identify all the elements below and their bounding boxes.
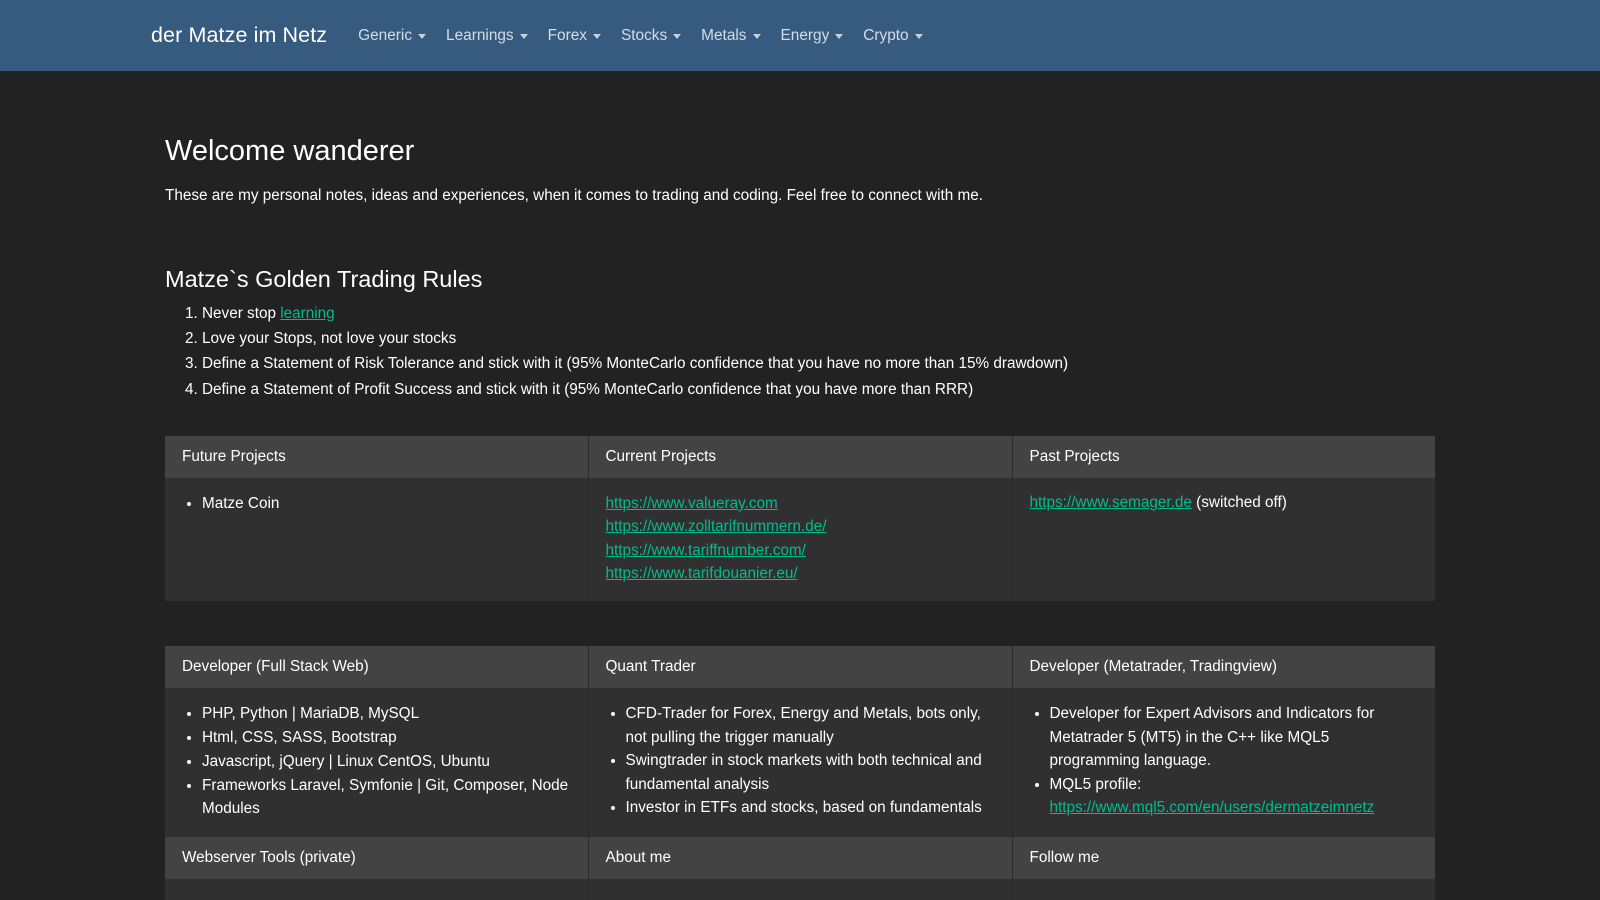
chevron-down-icon: [519, 34, 528, 39]
fullstack-skills-list: PHP, Python | MariaDB, MySQL Html, CSS, …: [182, 702, 572, 820]
current-project-link-tarifdouanier[interactable]: https://www.tarifdouanier.eu/: [606, 562, 996, 585]
mql5-profile-link[interactable]: https://www.mql5.com/en/users/dermatzeim…: [1050, 799, 1375, 816]
list-item: Define a Statement of Risk Tolerance and…: [202, 352, 1435, 377]
column-header-webserver-tools: Webserver Tools (private): [165, 836, 589, 879]
column-header-about-me: About me: [588, 836, 1013, 879]
table-header-row: Webserver Tools (private) About me Follo…: [165, 836, 1435, 879]
chevron-down-icon: [592, 34, 601, 39]
projects-table-wrapper: Future Projects Current Projects Past Pr…: [165, 435, 1435, 602]
nav-item-energy[interactable]: Energy: [771, 26, 854, 44]
column-header-past-projects: Past Projects: [1012, 435, 1435, 478]
navbar-menu: Generic Learnings Forex Stocks Metals En…: [348, 26, 932, 44]
page-intro-text: These are my personal notes, ideas and e…: [165, 186, 983, 204]
list-item: Never stop learning: [202, 302, 1435, 327]
list-item: Love your Stops, not love your stocks: [202, 327, 1435, 352]
nav-item-learnings-label: Learnings: [446, 26, 514, 44]
chevron-down-icon: [835, 34, 844, 39]
past-project-note: (switched off): [1191, 493, 1287, 511]
table-row: [165, 878, 1435, 900]
nav-item-forex-label: Forex: [547, 26, 587, 44]
chevron-down-icon: [418, 34, 427, 39]
nav-item-metals-label: Metals: [701, 26, 747, 44]
nav-item-metals[interactable]: Metals: [691, 26, 770, 44]
cell-future-projects: Matze Coin: [165, 477, 589, 602]
list-item: Matze Coin: [202, 492, 572, 516]
projects-table: Future Projects Current Projects Past Pr…: [165, 435, 1435, 602]
list-item: Developer for Expert Advisors and Indica…: [1050, 702, 1420, 772]
nav-item-crypto-label: Crypto: [863, 26, 909, 44]
list-item: Javascript, jQuery | Linux CentOS, Ubunt…: [202, 750, 572, 774]
cell-follow-me: [1012, 878, 1435, 900]
cell-past-projects: https://www.semager.de (switched off): [1012, 477, 1435, 602]
current-project-link-valueray[interactable]: https://www.valueray.com: [606, 492, 996, 515]
welcome-section: Welcome wanderer These are my personal n…: [165, 71, 1435, 208]
chevron-down-icon: [914, 34, 923, 39]
nav-item-generic[interactable]: Generic: [348, 26, 436, 44]
cell-webserver-tools: [165, 878, 589, 900]
skills-table: Developer (Full Stack Web) Quant Trader …: [165, 646, 1435, 900]
metatrader-skills-list: Developer for Expert Advisors and Indica…: [1030, 702, 1420, 819]
page-title: Welcome wanderer: [165, 135, 415, 167]
learning-link[interactable]: learning: [280, 305, 334, 322]
quant-skills-list: CFD-Trader for Forex, Energy and Metals,…: [606, 702, 996, 820]
column-header-future-projects: Future Projects: [165, 435, 589, 478]
nav-item-learnings[interactable]: Learnings: [436, 26, 538, 44]
past-project-link-semager[interactable]: https://www.semager.de: [1030, 494, 1192, 511]
list-item: MQL5 profile: https://www.mql5.com/en/us…: [1050, 773, 1420, 820]
cell-current-projects: https://www.valueray.com https://www.zol…: [588, 477, 1013, 602]
table-row: PHP, Python | MariaDB, MySQL Html, CSS, …: [165, 688, 1435, 837]
cell-about-me: [588, 878, 1013, 900]
navbar-brand[interactable]: der Matze im Netz: [151, 24, 327, 47]
nav-item-stocks-label: Stocks: [620, 26, 668, 44]
skills-table-wrapper: Developer (Full Stack Web) Quant Trader …: [165, 646, 1435, 900]
current-projects-links: https://www.valueray.com https://www.zol…: [606, 492, 996, 586]
future-projects-list: Matze Coin: [182, 492, 572, 516]
list-item: Frameworks Laravel, Symfonie | Git, Comp…: [202, 774, 572, 821]
list-item: Define a Statement of Profit Success and…: [202, 378, 1435, 403]
column-header-follow-me: Follow me: [1012, 836, 1435, 879]
nav-item-energy-label: Energy: [780, 26, 830, 44]
list-item: CFD-Trader for Forex, Energy and Metals,…: [626, 702, 996, 749]
column-header-developer-fullstack: Developer (Full Stack Web): [165, 646, 589, 689]
chevron-down-icon: [752, 34, 761, 39]
table-row: Matze Coin https://www.valueray.com http…: [165, 477, 1435, 602]
cell-metatrader-skills: Developer for Expert Advisors and Indica…: [1012, 688, 1435, 837]
nav-item-crypto[interactable]: Crypto: [853, 26, 932, 44]
page-content: Welcome wanderer These are my personal n…: [165, 71, 1435, 900]
mql5-profile-label: MQL5 profile:: [1049, 775, 1142, 793]
trading-rules-list: Never stop learning Love your Stops, not…: [165, 302, 1435, 403]
nav-item-stocks[interactable]: Stocks: [611, 26, 691, 44]
rule-1-text: Never stop: [202, 304, 281, 322]
current-project-link-zolltarifnummern[interactable]: https://www.zolltarifnummern.de/: [606, 515, 996, 538]
cell-quant-skills: CFD-Trader for Forex, Energy and Metals,…: [588, 688, 1013, 837]
cell-fullstack-skills: PHP, Python | MariaDB, MySQL Html, CSS, …: [165, 688, 589, 837]
current-project-link-tariffnumber[interactable]: https://www.tariffnumber.com/: [606, 539, 996, 562]
nav-item-generic-label: Generic: [358, 26, 413, 44]
list-item: Swingtrader in stock markets with both t…: [626, 749, 996, 796]
column-header-quant-trader: Quant Trader: [588, 646, 1013, 689]
column-header-developer-metatrader: Developer (Metatrader, Tradingview): [1012, 646, 1435, 689]
list-item: PHP, Python | MariaDB, MySQL: [202, 702, 572, 726]
main-navbar: der Matze im Netz Generic Learnings Fore…: [0, 0, 1600, 71]
chevron-down-icon: [673, 34, 682, 39]
trading-rules-title: Matze`s Golden Trading Rules: [165, 265, 483, 292]
table-header-row: Future Projects Current Projects Past Pr…: [165, 435, 1435, 478]
column-header-current-projects: Current Projects: [588, 435, 1013, 478]
nav-item-forex[interactable]: Forex: [538, 26, 611, 44]
table-header-row: Developer (Full Stack Web) Quant Trader …: [165, 646, 1435, 689]
trading-rules-section: Matze`s Golden Trading Rules Never stop …: [165, 265, 1435, 403]
list-item: Investor in ETFs and stocks, based on fu…: [626, 796, 996, 820]
list-item: Html, CSS, SASS, Bootstrap: [202, 726, 572, 750]
